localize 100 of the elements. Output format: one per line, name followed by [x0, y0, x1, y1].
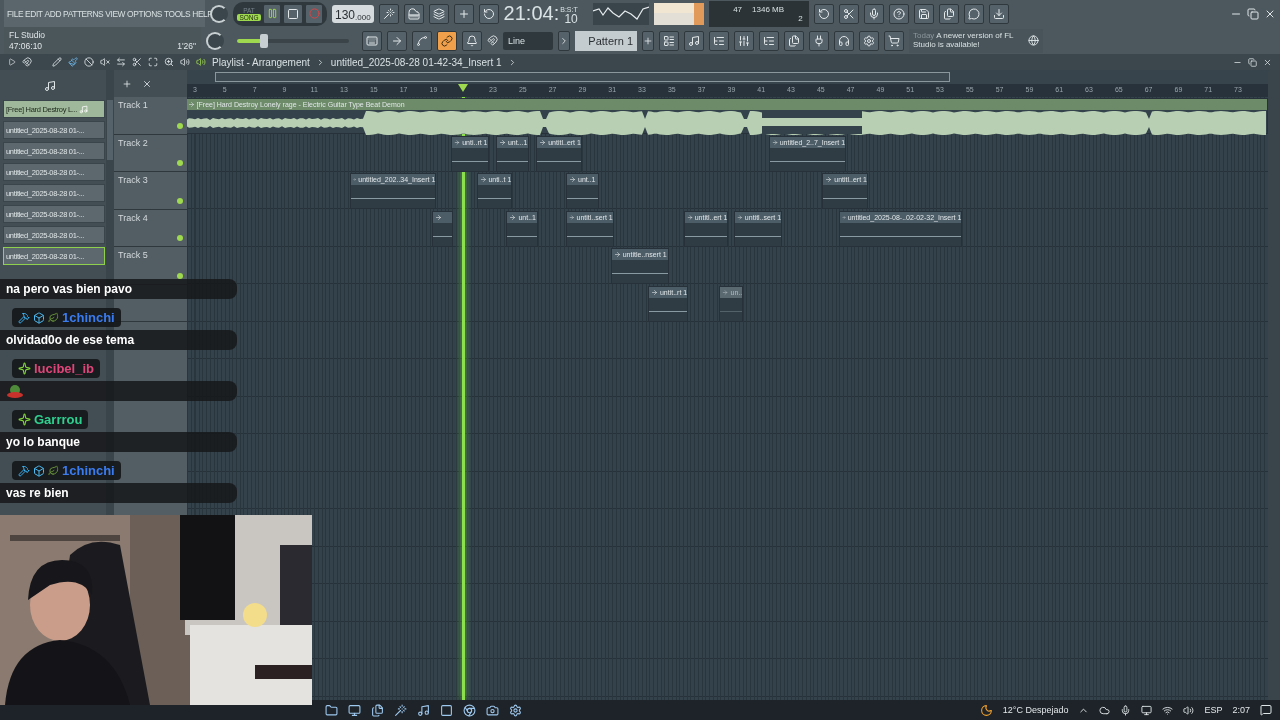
mic-icon[interactable] — [1120, 704, 1132, 716]
scrollbar[interactable] — [107, 100, 113, 160]
pattern-selector[interactable]: Pattern 1 — [575, 30, 637, 51]
restore-icon[interactable] — [1247, 7, 1259, 20]
knob[interactable] — [210, 4, 228, 23]
notification-icon[interactable] — [1260, 704, 1272, 716]
save-new-button[interactable] — [938, 3, 959, 24]
wand-button[interactable] — [378, 3, 399, 24]
cart-button[interactable] — [884, 30, 904, 51]
track-name[interactable]: Track 2 — [118, 137, 148, 148]
help-button[interactable] — [888, 3, 909, 24]
mixer-button[interactable] — [734, 30, 754, 51]
taskbar-app-icon[interactable] — [325, 703, 338, 717]
select-icon[interactable] — [148, 57, 158, 67]
layers-button[interactable] — [428, 3, 449, 24]
brush-icon[interactable] — [68, 57, 78, 67]
mic-button[interactable] — [863, 3, 884, 24]
magnet-icon[interactable] — [22, 57, 32, 67]
speaker-icon[interactable] — [180, 57, 190, 67]
moon-icon[interactable] — [979, 703, 993, 717]
channel-rack-button[interactable] — [709, 30, 729, 51]
stop-button[interactable] — [283, 3, 303, 24]
add-pattern-button[interactable] — [642, 30, 654, 51]
snap-dropdown[interactable]: Line — [503, 31, 553, 50]
speaker-icon[interactable] — [1183, 704, 1195, 716]
track-name[interactable]: Track 4 — [118, 212, 148, 223]
play-button[interactable] — [263, 3, 281, 24]
taskbar-app-icon[interactable] — [417, 703, 430, 717]
track-name[interactable]: Track 3 — [118, 175, 148, 185]
plugin-button[interactable] — [809, 30, 829, 51]
mute-tool-icon[interactable] — [84, 57, 94, 67]
loop-button[interactable] — [478, 3, 499, 24]
globe-icon[interactable] — [1028, 34, 1039, 46]
files-button[interactable] — [784, 30, 804, 51]
led-icon[interactable] — [177, 197, 183, 204]
tempo-field[interactable]: 130.000 — [332, 4, 374, 23]
overview-scrollbar[interactable] — [215, 72, 950, 82]
speaker-icon[interactable] — [196, 57, 206, 67]
piano-roll-button[interactable] — [684, 30, 704, 51]
led-icon[interactable] — [177, 272, 183, 279]
taskbar-clock[interactable]: 2:07 — [1232, 705, 1250, 715]
arrow-icon[interactable] — [8, 58, 16, 66]
pattern-arrow-button[interactable] — [558, 30, 570, 51]
arrow-button[interactable] — [387, 30, 407, 51]
settings-button[interactable] — [859, 30, 879, 51]
browser-button[interactable] — [759, 30, 779, 51]
close-icon[interactable] — [142, 78, 152, 89]
link-button[interactable] — [437, 30, 457, 51]
cloud-icon[interactable] — [1099, 704, 1111, 716]
menu-item[interactable]: ADD — [44, 8, 62, 19]
save-button[interactable] — [913, 3, 934, 24]
playlist-button[interactable] — [659, 30, 679, 51]
pencil-icon[interactable] — [52, 57, 62, 67]
news-panel[interactable]: Today A newer version of FL Studio is available! — [909, 28, 1043, 53]
taskbar-app-icon[interactable] — [394, 703, 407, 717]
piano-button[interactable] — [403, 3, 424, 24]
menu-item[interactable]: EDIT — [25, 8, 43, 19]
knob[interactable] — [206, 31, 224, 50]
playlist-path[interactable]: untitled_2025-08-28 01-42-34_Insert 1 — [330, 56, 502, 68]
menu-item[interactable]: FILE — [7, 8, 24, 19]
taskbar-app-icon[interactable] — [348, 703, 361, 717]
tools-button[interactable] — [834, 30, 854, 51]
slider-thumb[interactable] — [259, 33, 268, 48]
led-icon[interactable] — [177, 235, 183, 241]
volume-off-icon[interactable] — [100, 57, 110, 67]
slip-icon[interactable] — [116, 57, 126, 67]
taskbar-app-icon[interactable] — [486, 703, 499, 717]
keyboard-button[interactable] — [362, 30, 382, 51]
close-icon[interactable] — [1263, 57, 1272, 67]
menu-item[interactable]: OPTIONS — [127, 8, 162, 19]
cut-button[interactable] — [838, 3, 859, 24]
language-indicator[interactable]: ESP — [1204, 705, 1223, 715]
bell-button[interactable] — [462, 30, 482, 51]
scrollbar[interactable] — [1268, 70, 1280, 700]
menu-item[interactable]: TOOLS — [164, 8, 191, 19]
taskbar-app-icon[interactable] — [509, 703, 522, 717]
pattern-clip[interactable] — [431, 210, 453, 247]
zoom-icon[interactable] — [164, 57, 174, 67]
undo-button[interactable] — [813, 3, 834, 24]
download-button[interactable] — [988, 3, 1009, 24]
curve-button[interactable] — [412, 30, 432, 51]
taskbar-app-icon[interactable] — [440, 703, 453, 717]
menu-item[interactable]: PATTERNS — [63, 8, 104, 19]
restore-icon[interactable] — [1248, 57, 1257, 67]
taskbar-app-icon[interactable] — [463, 703, 476, 717]
led-icon[interactable] — [177, 160, 183, 166]
scissors-icon[interactable] — [132, 57, 142, 67]
add-button[interactable] — [453, 3, 474, 24]
add-track-icon[interactable] — [122, 78, 132, 89]
menu-item[interactable]: VIEW — [105, 8, 126, 19]
network-icon[interactable] — [1162, 704, 1174, 716]
chat-button[interactable] — [963, 3, 984, 24]
taskbar-app-icon[interactable] — [371, 703, 384, 717]
weather-text[interactable]: 12°C Despejado — [1002, 705, 1069, 715]
monitor-icon[interactable] — [1141, 704, 1153, 716]
led-icon[interactable] — [177, 122, 183, 129]
track-name[interactable]: Track 5 — [118, 250, 148, 260]
clip-icon[interactable] — [187, 101, 195, 108]
magnet-icon[interactable] — [487, 35, 498, 46]
track-name[interactable]: Track 1 — [118, 100, 148, 110]
